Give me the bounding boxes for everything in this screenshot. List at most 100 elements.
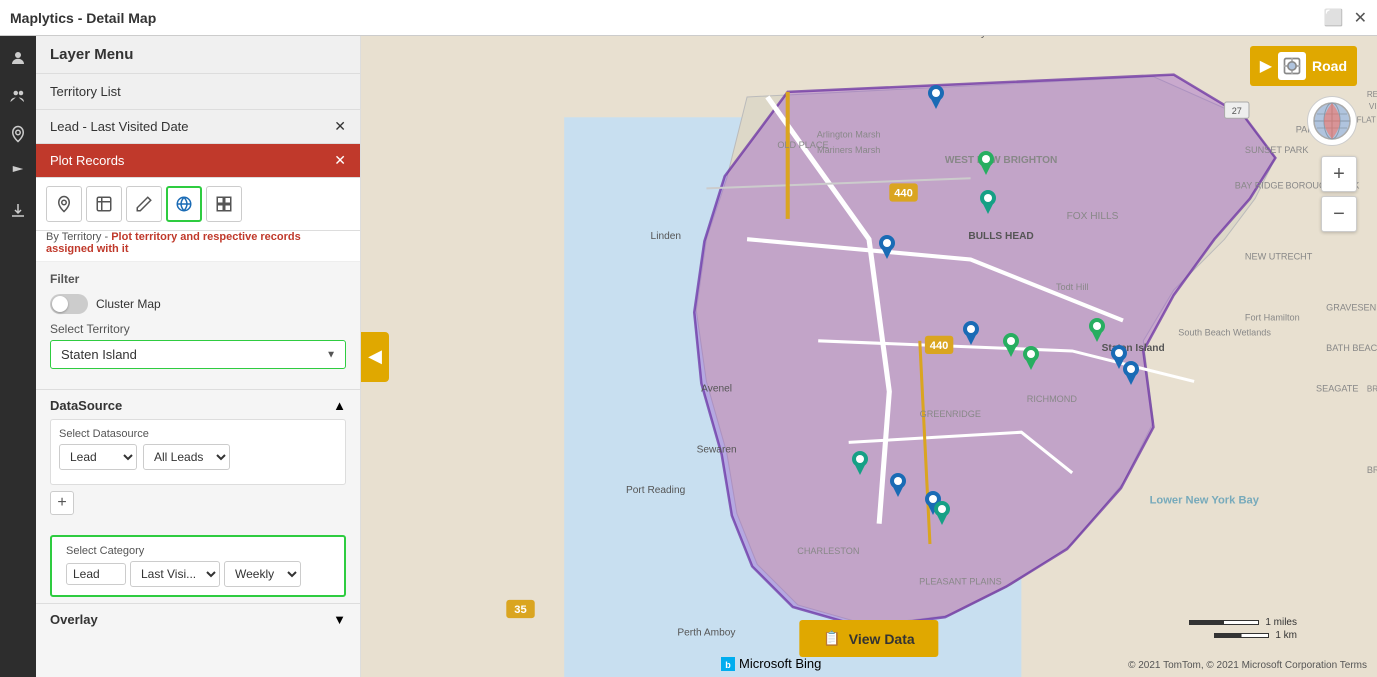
plot-records-close[interactable]: ✕ (334, 152, 346, 169)
road-mode-button[interactable]: ▶ Road (1250, 46, 1357, 86)
map-marker-tool-button[interactable] (86, 186, 122, 222)
cluster-map-toggle[interactable] (50, 294, 88, 314)
map-marker-teal-1[interactable] (978, 188, 998, 220)
svg-text:PLEASANT PLAINS: PLEASANT PLAINS (919, 577, 1001, 587)
map-marker-blue-3[interactable] (961, 319, 981, 351)
map-marker-green-4[interactable] (1087, 316, 1107, 348)
svg-text:BULLS HEAD: BULLS HEAD (968, 231, 1033, 242)
main-area: Layer Menu Territory List Lead - Last Vi… (0, 36, 1377, 677)
svg-text:SUNSET PARK: SUNSET PARK (1245, 145, 1309, 155)
svg-text:BATH BEACH: BATH BEACH (1326, 343, 1377, 353)
territory-tool-button[interactable] (166, 186, 202, 222)
map-area[interactable]: 440 440 35 WEST NEW BRIGHTON OLD PLACE A… (361, 36, 1377, 677)
category-section: Select Category Last Visi... Name Email … (50, 535, 346, 597)
map-marker-blue-1[interactable] (926, 83, 946, 115)
territory-list-label: Territory List (50, 84, 121, 99)
scale-km: 1 km (1214, 630, 1297, 641)
plot-records-header: Plot Records ✕ (36, 144, 360, 178)
sidebar-item-download[interactable] (0, 192, 36, 228)
lead-last-visited-label: Lead - Last Visited Date (50, 119, 189, 134)
close-button[interactable]: ✕ (1354, 8, 1367, 28)
datasource-header[interactable]: DataSource ▲ (50, 398, 346, 413)
svg-text:BREEZY POINT: BREEZY POINT (1367, 465, 1377, 475)
panel-collapse-button[interactable]: ◀ (361, 332, 389, 382)
svg-text:WEST NEW BRIGHTON: WEST NEW BRIGHTON (945, 155, 1057, 166)
svg-text:FLAT: FLAT (1357, 115, 1376, 124)
side-panel: Layer Menu Territory List Lead - Last Vi… (36, 36, 361, 677)
territory-select[interactable]: Staten Island New York Brooklyn Queens B… (50, 340, 346, 369)
road-arrow-icon: ▶ (1260, 56, 1272, 76)
map-marker-teal-2[interactable] (850, 449, 870, 481)
territory-list-item[interactable]: Territory List (36, 74, 360, 110)
map-marker-green-1[interactable] (976, 149, 996, 181)
map-marker-blue-2[interactable] (877, 233, 897, 265)
add-datasource-button[interactable]: + (50, 491, 74, 515)
cluster-map-label: Cluster Map (96, 297, 161, 311)
svg-text:Lower New York Bay: Lower New York Bay (1150, 494, 1260, 506)
bing-logo: b Microsoft Bing (721, 656, 821, 671)
category-field1[interactable] (66, 563, 126, 585)
overlay-expand-icon[interactable]: ▼ (333, 612, 346, 627)
toolbar-icons (36, 178, 360, 231)
svg-text:SEAGATE: SEAGATE (1316, 384, 1358, 394)
lead-last-visited-close[interactable]: ✕ (334, 118, 346, 135)
svg-text:27: 27 (1232, 106, 1242, 116)
window-title: Maplytics - Detail Map (10, 10, 156, 26)
pin-tool-button[interactable] (46, 186, 82, 222)
scale-km-bar (1214, 633, 1269, 638)
category-label: Select Category (66, 545, 330, 557)
zoom-controls: + − (1321, 156, 1357, 232)
datasource-collapse-icon[interactable]: ▲ (333, 398, 346, 413)
map-marker-teal-3[interactable] (932, 499, 952, 531)
zoom-out-button[interactable]: − (1321, 196, 1357, 232)
svg-text:Mariners Marsh: Mariners Marsh (817, 145, 880, 155)
svg-text:NEW UTRECHT: NEW UTRECHT (1245, 252, 1313, 262)
datasource-all-leads-select[interactable]: All Leads My Leads (143, 444, 230, 470)
datasource-inner: Select Datasource Lead Contact Account A… (50, 419, 346, 485)
grid-tool-button[interactable] (206, 186, 242, 222)
category-field3[interactable]: Weekly Monthly Daily (224, 561, 301, 587)
compass-globe[interactable] (1307, 96, 1357, 146)
svg-text:Todt Hill: Todt Hill (1056, 282, 1088, 292)
datasource-row: Lead Contact Account All Leads My Leads (59, 444, 337, 470)
zoom-in-button[interactable]: + (1321, 156, 1357, 192)
svg-text:Perth Amboy: Perth Amboy (677, 627, 736, 638)
datasource-lead-select[interactable]: Lead Contact Account (59, 444, 137, 470)
cluster-map-row: Cluster Map (50, 294, 346, 314)
sidebar-item-people[interactable] (0, 78, 36, 114)
plot-records-label: Plot Records (50, 153, 124, 168)
category-field2[interactable]: Last Visi... Name Email (130, 561, 220, 587)
sidebar-item-location[interactable] (0, 116, 36, 152)
select-datasource-label: Select Datasource (59, 428, 337, 440)
lead-last-visited-header: Lead - Last Visited Date ✕ (36, 110, 360, 144)
svg-text:CHARLESTON: CHARLESTON (797, 546, 859, 556)
svg-text:Linden: Linden (651, 231, 681, 242)
view-data-button[interactable]: 📋 View Data (799, 620, 938, 657)
road-icon (1278, 52, 1306, 80)
category-row: Last Visi... Name Email Weekly Monthly D… (66, 561, 330, 587)
overlay-header[interactable]: Overlay ▼ (50, 612, 346, 627)
pencil-tool-button[interactable] (126, 186, 162, 222)
svg-text:REMS: REMS (1367, 90, 1377, 99)
select-territory-label: Select Territory (50, 322, 346, 336)
tooltip-highlight: Plot territory and respective records as… (46, 231, 301, 255)
map-marker-green-3[interactable] (1021, 344, 1041, 376)
map-marker-blue-6[interactable] (888, 471, 908, 503)
sidebar-item-user[interactable] (0, 40, 36, 76)
svg-text:FOX HILLS: FOX HILLS (1067, 211, 1119, 222)
scale-miles-label: 1 miles (1265, 617, 1297, 628)
maximize-button[interactable]: ⬜ (1324, 8, 1344, 28)
filter-section: Filter Cluster Map Select Territory Stat… (36, 262, 360, 389)
map-marker-green-2[interactable] (1001, 331, 1021, 363)
map-marker-blue-5[interactable] (1121, 359, 1141, 391)
title-bar: Maplytics - Detail Map ⬜ ✕ (0, 0, 1377, 36)
bing-logo-label: Microsoft Bing (739, 656, 821, 671)
window-controls[interactable]: ⬜ ✕ (1324, 8, 1367, 28)
sidebar-item-flag[interactable] (0, 154, 36, 190)
layer-menu-header: Layer Menu (36, 36, 360, 74)
toggle-knob (52, 296, 68, 312)
svg-text:BAY RIDGE: BAY RIDGE (1235, 180, 1284, 190)
scale-bar: 1 miles 1 km (1189, 617, 1297, 641)
territory-select-wrapper: Staten Island New York Brooklyn Queens B… (50, 340, 346, 369)
view-data-icon: 📋 (823, 630, 840, 647)
